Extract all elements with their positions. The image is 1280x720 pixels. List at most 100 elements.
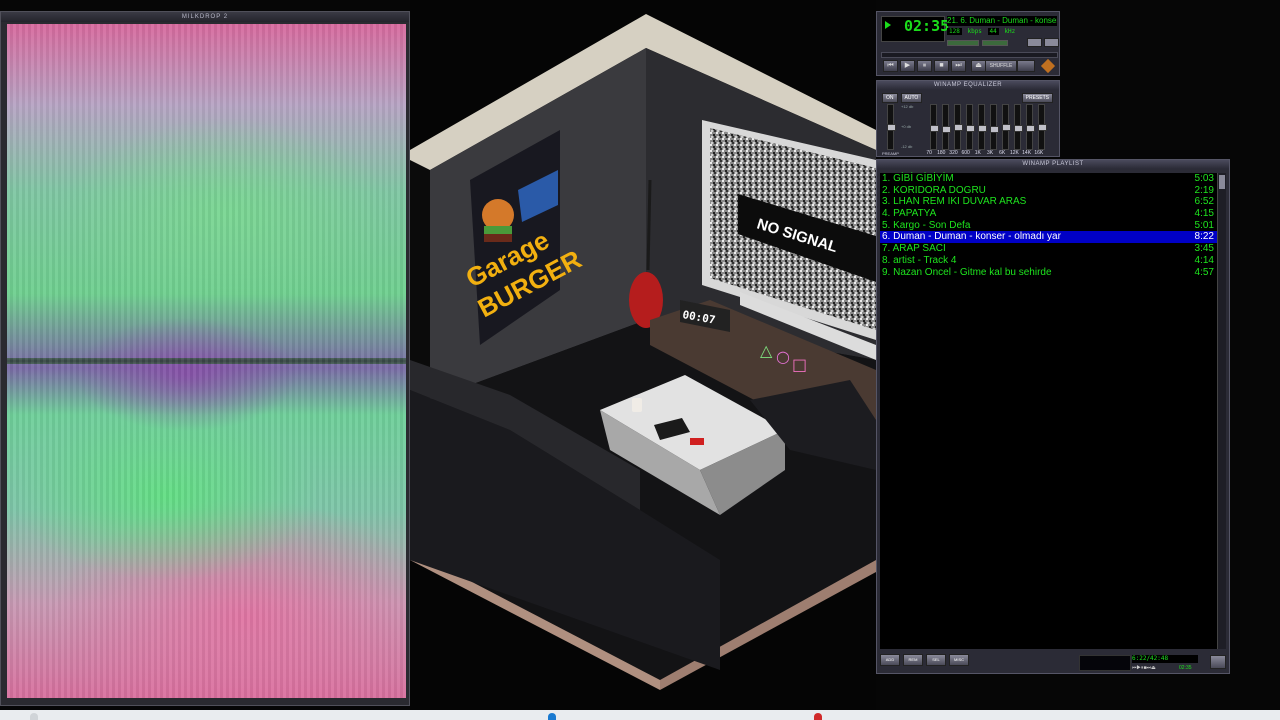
playlist-total-time: 6:22/42:48: [1132, 655, 1198, 663]
eject-button[interactable]: ⏏: [971, 60, 986, 72]
freq-label: 320: [949, 150, 958, 156]
volume-slider[interactable]: [947, 40, 979, 46]
scroll-thumb[interactable]: [1219, 175, 1225, 189]
list-options-button[interactable]: [1210, 655, 1226, 669]
freq-label: 16K: [1034, 150, 1044, 156]
playlist-item[interactable]: 2. KORIDORA DOGRU 2:19: [880, 185, 1218, 197]
preamp-slider[interactable]: [887, 104, 896, 150]
elapsed-time: 02:35: [904, 17, 950, 35]
playlist-item-title: 7. ARAP SACI: [882, 243, 946, 255]
playlist-item-title: 5. Kargo - Son Defa: [882, 219, 971, 231]
stop-button[interactable]: ■: [934, 60, 949, 72]
misc-button[interactable]: MISC: [949, 654, 969, 666]
eq-band-slider[interactable]: [1038, 104, 1047, 150]
shuffle-button[interactable]: SHUFFLE: [985, 60, 1017, 72]
eq-band-slider[interactable]: [1026, 104, 1035, 150]
playlist-item-duration: 3:45: [1194, 243, 1214, 255]
playlist-list[interactable]: 1. GİBİ GİBİYİM 5:03 2. KORIDORA DOGRU 2:19…: [880, 173, 1218, 649]
playlist-item[interactable]: 4. PAPATYA 4:15: [880, 208, 1218, 220]
visualization-canvas: [7, 24, 406, 698]
eq-band-slider[interactable]: [1002, 104, 1011, 150]
playlist-item-duration: 5:03: [1194, 173, 1214, 184]
playlist-item[interactable]: 6. Duman - Duman - konser - olmadı yar 8:…: [880, 231, 1218, 244]
playlist-item[interactable]: 1. GİBİ GİBİYİM 5:03: [880, 173, 1218, 185]
ps-light: △: [760, 341, 773, 360]
freq-label: 600: [961, 150, 970, 156]
eq-auto-button[interactable]: AUTO: [900, 93, 923, 103]
playlist-title: WINAMP PLAYLIST: [877, 160, 1229, 169]
remove-button[interactable]: REM: [903, 654, 923, 666]
playlist-item-title: 9. Nazan Oncel - Gitme kal bu sehirde: [882, 266, 1052, 278]
winamp-main-window[interactable]: 02:35 21. 6. Duman - Duman - konser - ol…: [876, 11, 1060, 76]
eq-band-slider[interactable]: [1014, 104, 1023, 150]
playlist-item[interactable]: 9. Nazan Oncel - Gitme kal bu sehirde 4:5…: [880, 267, 1218, 279]
freq-label: 12K: [1009, 150, 1019, 156]
eq-band-slider[interactable]: [930, 104, 939, 150]
milkdrop-title: MILKDROP 2: [1, 12, 409, 22]
taskbar-icon[interactable]: [814, 713, 822, 720]
playlist-scrollbar[interactable]: [1217, 173, 1226, 649]
equalizer-title: WINAMP EQUALIZER: [877, 81, 1059, 90]
playlist-item-title: 6. Duman - Duman - konser - olmadı yar: [882, 231, 1061, 243]
playlist-item-title: 8. artist - Track 4: [882, 254, 957, 266]
mini-time: 02:35: [1179, 665, 1192, 671]
winamp-logo-icon: [1040, 58, 1056, 74]
pause-button[interactable]: ⏸: [917, 60, 932, 72]
play-button[interactable]: ▶: [900, 60, 915, 72]
freq-label: 180: [937, 150, 946, 156]
khz-unit: kHz: [1004, 28, 1016, 35]
eq-band-slider[interactable]: [990, 104, 999, 150]
taskbar-icon[interactable]: [30, 713, 38, 720]
room-illustration: Garage BURGER NO SIGNAL 00:07 △ ○ □: [410, 14, 876, 690]
pl-toggle-button[interactable]: [1044, 38, 1059, 47]
eq-toggle-button[interactable]: [1027, 38, 1042, 47]
eq-band-slider[interactable]: [954, 104, 963, 150]
taskbar-icon[interactable]: [548, 713, 556, 720]
kbps-value: 128: [947, 28, 962, 35]
repeat-button[interactable]: [1017, 60, 1035, 72]
freq-label: 14K: [1022, 150, 1032, 156]
eq-presets-button[interactable]: PRESETS: [1021, 93, 1053, 103]
bitrate-info: 128 kbps 44 kHz: [947, 28, 1017, 35]
next-button[interactable]: ⏭: [951, 60, 966, 72]
milkdrop-window[interactable]: MILKDROP 2: [0, 11, 410, 706]
eq-band-slider[interactable]: [966, 104, 975, 150]
playlist-item[interactable]: 3. LHAN REM IKI DUVAR ARAS 6:52: [880, 196, 1218, 208]
freq-label: 1K: [974, 150, 981, 156]
balance-slider[interactable]: [982, 40, 1008, 46]
previous-button[interactable]: ⏮: [883, 60, 898, 72]
playlist-item[interactable]: 7. ARAP SACI 3:45: [880, 243, 1218, 255]
song-marquee: 21. 6. Duman - Duman - konser - olmadi y…: [947, 16, 1057, 26]
playlist-item[interactable]: 5. Kargo - Son Defa 5:01: [880, 220, 1218, 232]
playlist-item-title: 4. PAPATYA: [882, 208, 937, 220]
playlist-item-duration: 6:52: [1194, 196, 1214, 208]
playlist-item-duration: 2:19: [1194, 184, 1214, 196]
eq-on-button[interactable]: ON: [882, 93, 898, 103]
playlist-item-duration: 4:57: [1194, 266, 1214, 278]
room-scene: Garage BURGER NO SIGNAL 00:07 △ ○ □: [410, 0, 876, 710]
eq-band-slider[interactable]: [942, 104, 951, 150]
playlist-window[interactable]: WINAMP PLAYLIST 1. GİBİ GİBİYİM 5:03 2. KO…: [876, 159, 1230, 674]
khz-value: 44: [987, 28, 999, 35]
playlist-item-title: 2. KORIDORA DOGRU: [882, 184, 986, 196]
preamp-label: PREAMP: [882, 151, 899, 156]
svg-text:□: □: [792, 355, 807, 374]
equalizer-window[interactable]: WINAMP EQUALIZER ON AUTO PRESETS +12 db …: [876, 80, 1060, 157]
select-button[interactable]: SEL: [926, 654, 946, 666]
seek-bar[interactable]: [881, 52, 1058, 58]
svg-text:○: ○: [776, 347, 790, 366]
eq-band-slider[interactable]: [978, 104, 987, 150]
playlist-info-panel: [1079, 655, 1131, 671]
playlist-item-duration: 4:14: [1194, 254, 1214, 266]
time-display: 02:35: [881, 16, 949, 42]
playlist-item-title: 1. GİBİ GİBİYİM: [882, 173, 954, 184]
play-indicator-icon: [885, 21, 891, 29]
playlist-item-duration: 8:22: [1194, 231, 1214, 243]
freq-label: 3K: [986, 150, 994, 156]
add-button[interactable]: ADD: [880, 654, 900, 666]
taskbar: [0, 710, 1280, 720]
eq-frequency-labels: 70 180 320 600 1K 3K 6K 12K 14K 16K: [923, 150, 1045, 156]
freq-label: 70: [926, 150, 932, 156]
playlist-item[interactable]: 8. artist - Track 4 4:14: [880, 255, 1218, 267]
kbps-unit: kbps: [967, 28, 982, 35]
